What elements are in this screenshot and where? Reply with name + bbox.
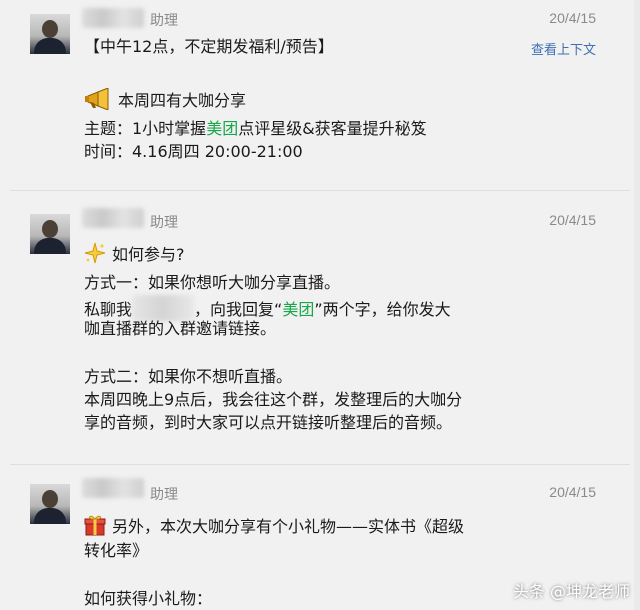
sparkle-icon (84, 242, 106, 270)
sender-name: 助理 (150, 487, 178, 503)
message-divider (10, 190, 630, 191)
view-context-link[interactable]: 查看上下文 (531, 39, 596, 58)
megaphone-icon (84, 87, 112, 116)
gift-icon (84, 514, 106, 542)
highlight-keyword: 美团 (282, 300, 315, 319)
message-text: 时间：4.16周四 20:00-21:00 (84, 142, 303, 161)
sender-name: 助理 (150, 215, 178, 231)
message-text: 咖直播群的入群邀请链接。 (84, 319, 277, 338)
sender-name: 助理 (150, 13, 178, 29)
blurred-sender-name (82, 478, 144, 498)
message-text: 享的音频，到时大家可以点开链接听整理后的音频。 (84, 413, 453, 432)
highlight-keyword: 美团 (206, 119, 239, 138)
message-text: 【中午12点，不定期发福利/预告】 (84, 37, 334, 56)
message-text: 如何参与? (84, 242, 185, 270)
message-text: 方式一：如果你想听大咖分享直播。 (84, 273, 341, 292)
message-text: 方式二：如果你不想听直播。 (84, 367, 293, 386)
blurred-sender-name (82, 8, 144, 28)
avatar[interactable] (30, 484, 70, 524)
scrollbar[interactable] (634, 0, 640, 610)
watermark: 头条 @坤龙老师 (512, 582, 630, 601)
message-text: 转化率》 (84, 541, 149, 560)
message-text: 如何获得小礼物： (84, 589, 213, 608)
avatar[interactable] (30, 14, 70, 54)
message-divider (10, 464, 630, 465)
message-text: 本周四晚上9点后，我会往这个群，发整理后的大咖分 (84, 390, 463, 409)
message-time: 20/4/15 (549, 212, 596, 228)
blurred-sender-name (82, 208, 144, 228)
message-text: 主题：1小时掌握美团点评星级&获客量提升秘笈 (84, 119, 427, 138)
message-time: 20/4/15 (549, 484, 596, 500)
message-text: 本周四有大咖分享 (84, 87, 246, 116)
message-time: 20/4/15 (549, 10, 596, 26)
avatar[interactable] (30, 214, 70, 254)
message-text: 另外，本次大咖分享有个小礼物——实体书《超级 (84, 514, 464, 542)
